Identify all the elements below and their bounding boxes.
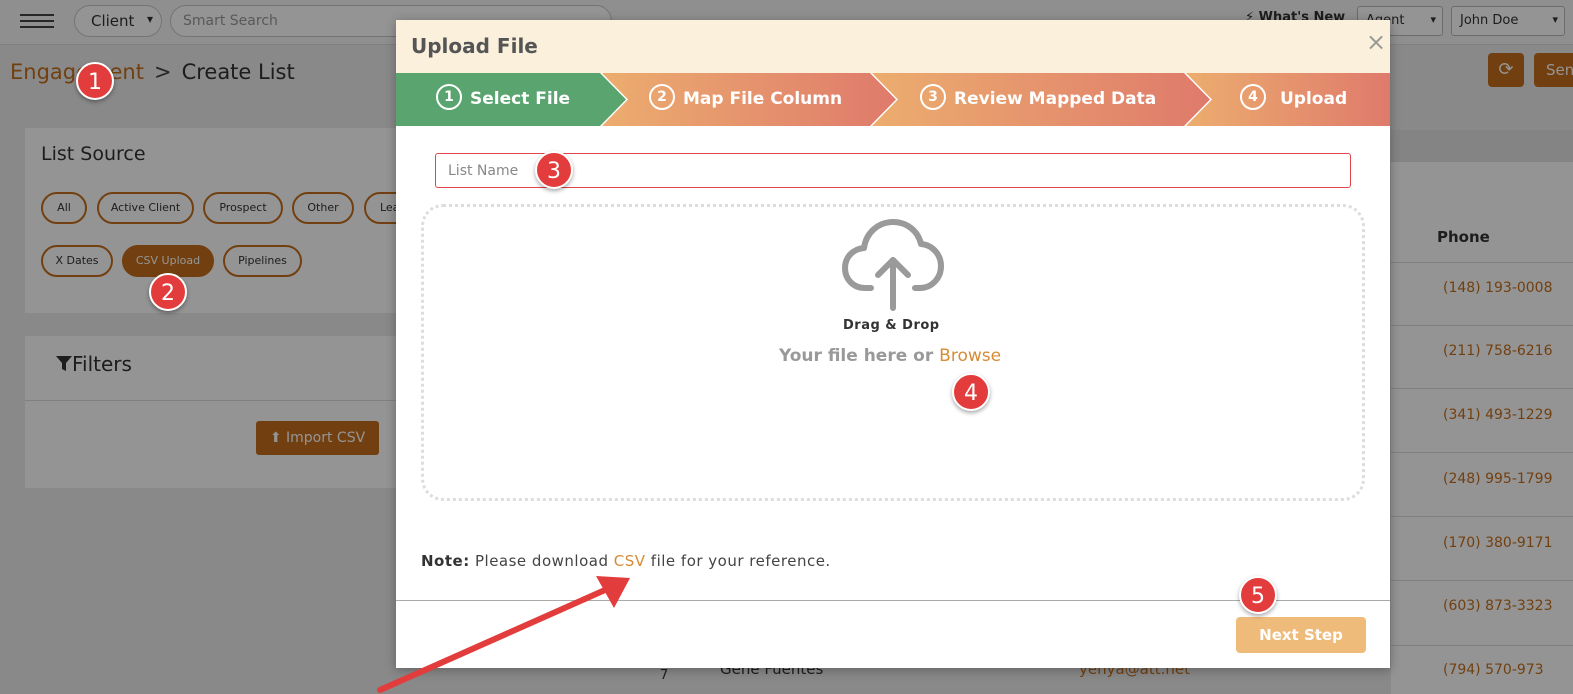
callout-badge-1: 1 — [76, 62, 114, 100]
close-icon[interactable]: × — [1366, 28, 1386, 56]
modal-title: Upload File — [411, 34, 538, 58]
step-select-file[interactable]: 1 Select File — [436, 73, 570, 126]
wizard-steps: 1 Select File 2 Map File Column 3 Review Ma… — [396, 73, 1390, 126]
step-number: 2 — [649, 84, 675, 110]
step-label: Upload — [1280, 89, 1348, 109]
list-name-placeholder: List Name — [448, 163, 519, 179]
step-review-mapped-data[interactable]: 3 Review Mapped Data — [920, 73, 1156, 126]
step-map-file-column[interactable]: 2 Map File Column — [649, 73, 842, 126]
drag-drop-title: Drag & Drop — [843, 318, 940, 333]
step-number: 3 — [920, 84, 946, 110]
step-number: 1 — [436, 84, 462, 110]
drag-drop-subtitle: Your file here or Browse — [779, 346, 1001, 366]
note-text: Note: Please download CSV file for your … — [421, 552, 831, 570]
annotation-arrow — [377, 576, 630, 693]
cloud-upload-icon — [842, 219, 944, 311]
note-label: Note: — [421, 552, 470, 570]
modal-header — [396, 20, 1390, 73]
step-label: Map File Column — [683, 89, 843, 109]
step-label: Select File — [470, 89, 571, 109]
note-prefix: Please download — [474, 552, 609, 570]
step-number: 4 — [1240, 84, 1266, 110]
csv-download-link[interactable]: CSV — [614, 552, 646, 570]
callout-badge-2: 2 — [149, 273, 187, 311]
note-suffix: file for your reference. — [650, 552, 831, 570]
step-upload[interactable]: 4 Upload — [1240, 73, 1347, 126]
browse-link[interactable]: Browse — [939, 346, 1001, 366]
callout-badge-3: 3 — [535, 151, 573, 189]
next-step-button[interactable]: Next Step — [1236, 617, 1366, 653]
drag-drop-text: Your file here or — [779, 346, 934, 366]
callout-badge-5: 5 — [1239, 576, 1277, 614]
callout-badge-4: 4 — [952, 373, 990, 411]
step-label: Review Mapped Data — [954, 89, 1157, 109]
